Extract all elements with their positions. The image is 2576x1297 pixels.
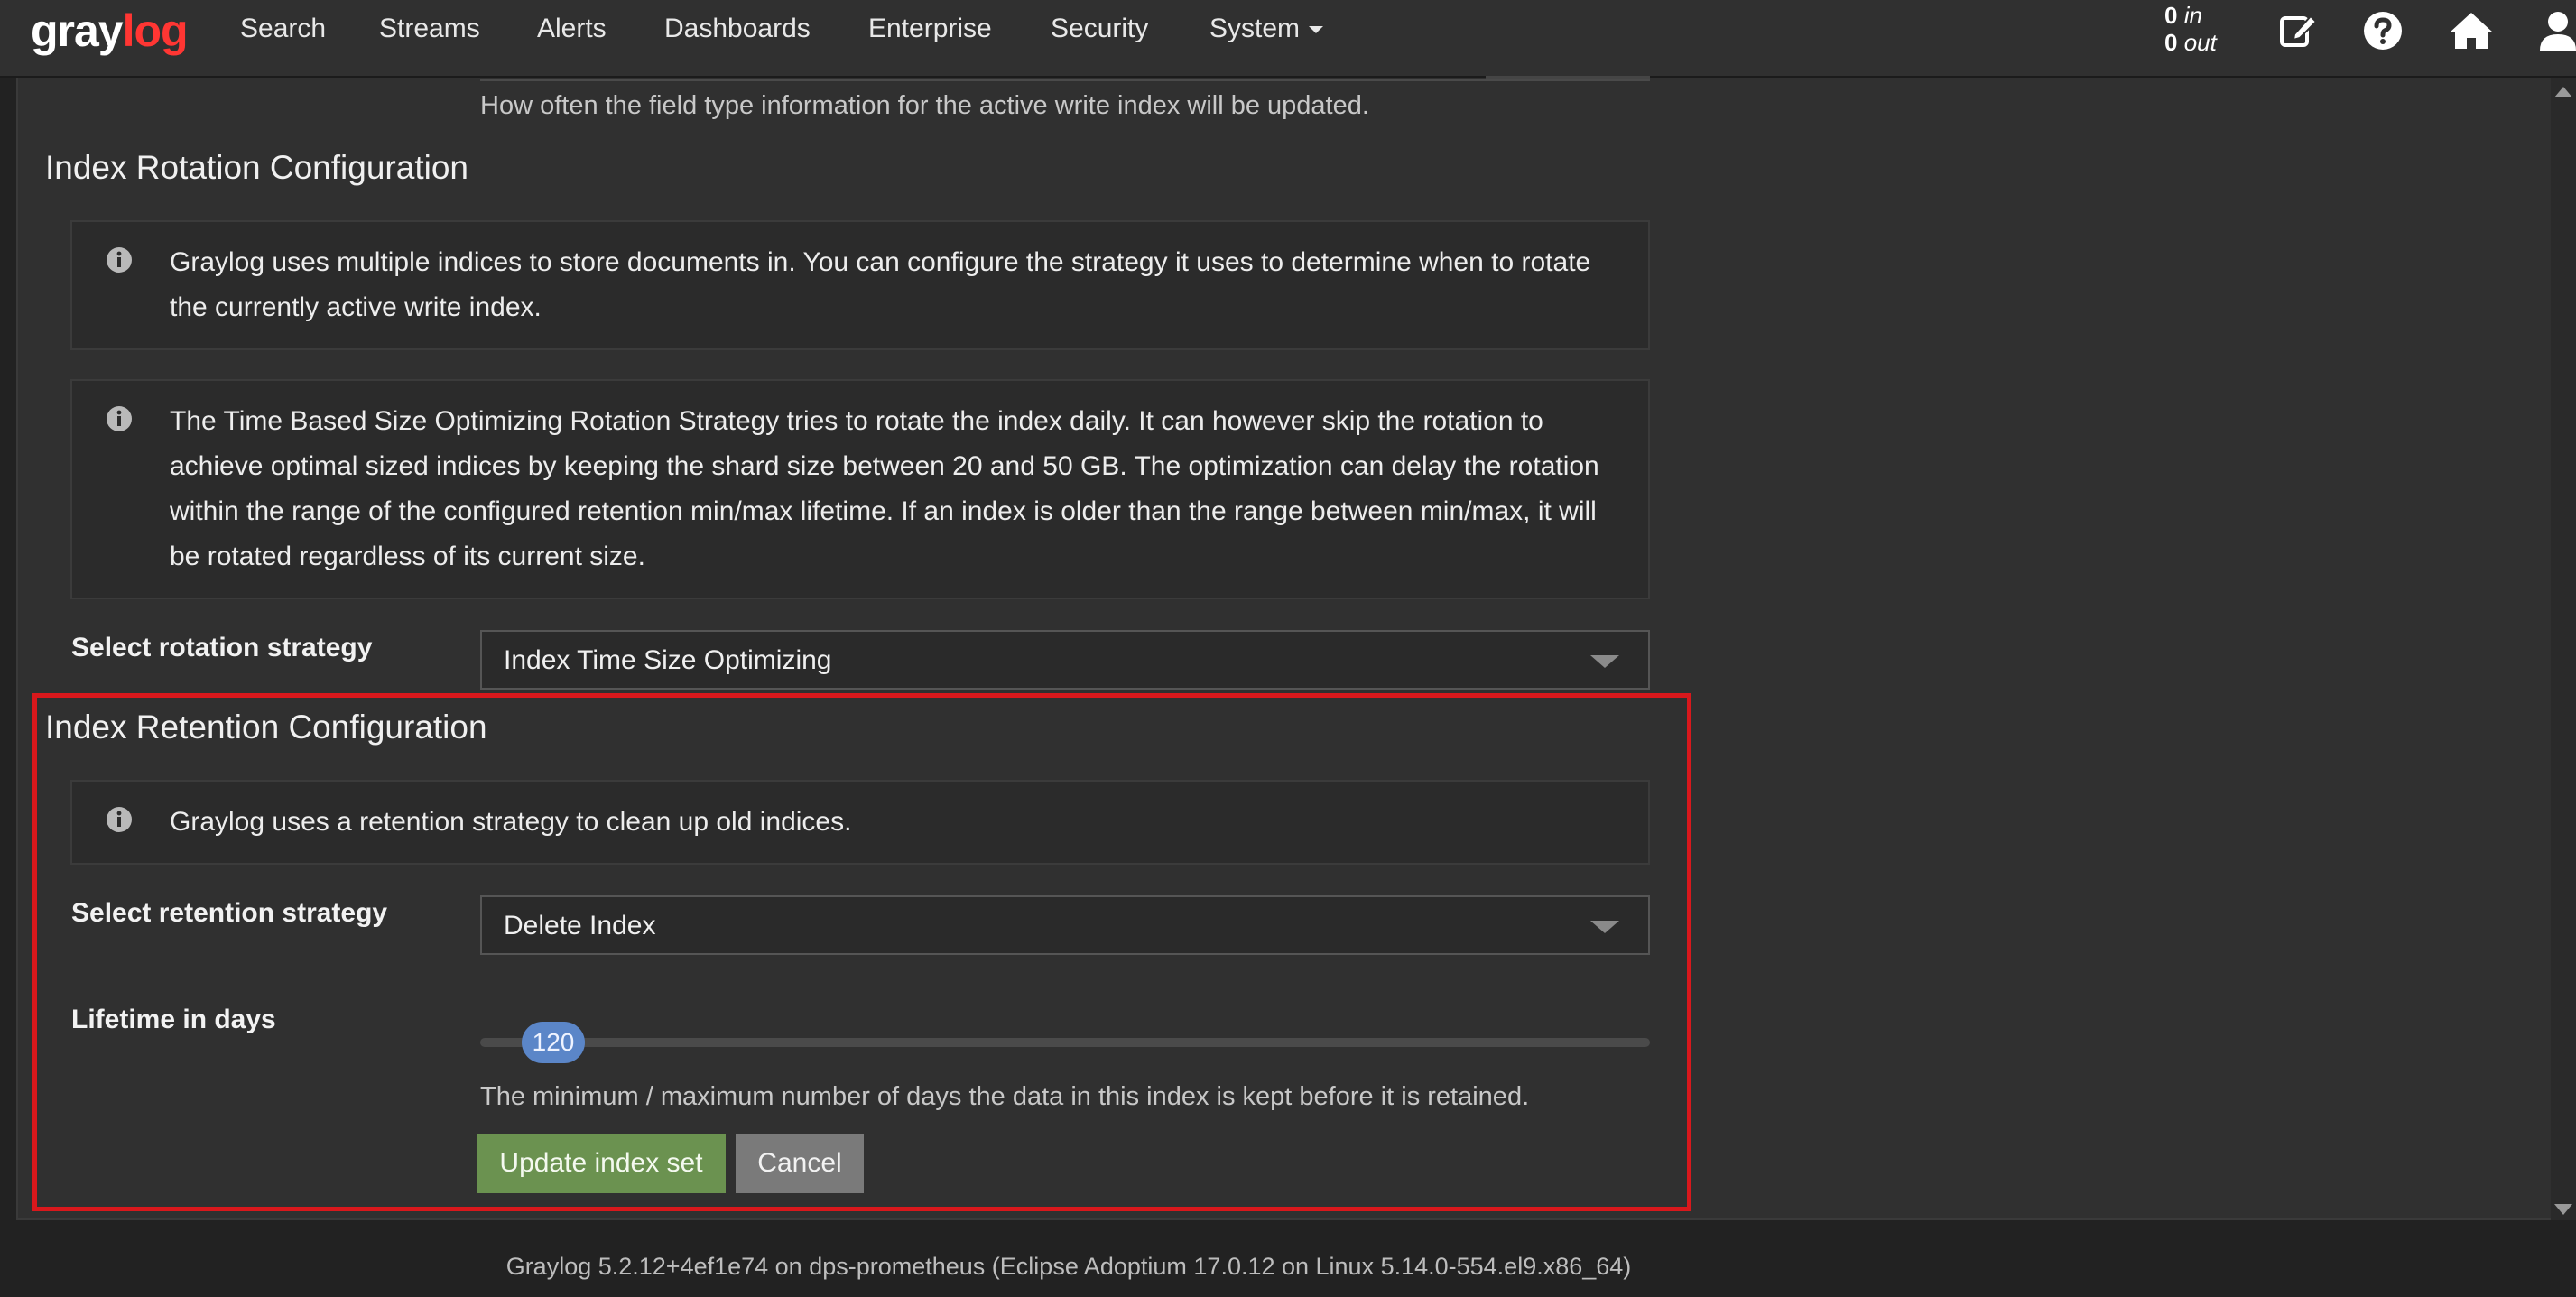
throughput-in: 0 in bbox=[2164, 2, 2217, 29]
rotation-strategy-info-text: The Time Based Size Optimizing Rotation … bbox=[170, 406, 1599, 571]
scroll-up-icon[interactable] bbox=[2554, 87, 2572, 97]
nav-alerts[interactable]: Alerts bbox=[537, 13, 607, 45]
nav-security[interactable]: Security bbox=[1051, 13, 1148, 45]
rotation-strategy-value: Index Time Size Optimizing bbox=[504, 645, 832, 675]
footer-version: Graylog 5.2.12+4ef1e74 on dps-prometheus… bbox=[505, 1253, 1632, 1280]
nav-dashboards[interactable]: Dashboards bbox=[664, 13, 811, 45]
help-icon[interactable] bbox=[2361, 9, 2405, 52]
field-type-refresh-input[interactable] bbox=[480, 76, 1650, 81]
logo-text-log: log bbox=[122, 5, 189, 56]
rotation-section-title: Index Rotation Configuration bbox=[45, 149, 468, 186]
info-icon bbox=[107, 406, 132, 431]
edit-icon[interactable] bbox=[2276, 9, 2320, 52]
throughput-counter[interactable]: 0 in 0 out bbox=[2164, 2, 2217, 56]
page-scrollbar[interactable] bbox=[2551, 78, 2576, 1220]
retention-highlight-box bbox=[32, 693, 1691, 1211]
throughput-out: 0 out bbox=[2164, 29, 2217, 56]
nav-system[interactable]: System bbox=[1209, 13, 1324, 45]
throughput-out-count: 0 bbox=[2164, 29, 2178, 56]
throughput-in-count: 0 bbox=[2164, 2, 2178, 29]
throughput-in-label: in bbox=[2183, 2, 2202, 29]
nav-system-label: System bbox=[1209, 14, 1301, 43]
info-icon bbox=[107, 247, 132, 273]
throughput-out-label: out bbox=[2183, 29, 2217, 56]
rotation-strategy-info-box: The Time Based Size Optimizing Rotation … bbox=[70, 379, 1650, 599]
top-navbar: graylog Search Streams Alerts Dashboards… bbox=[0, 0, 2576, 78]
graylog-logo[interactable]: graylog bbox=[31, 5, 189, 56]
nav-enterprise[interactable]: Enterprise bbox=[868, 13, 992, 45]
user-icon[interactable] bbox=[2536, 9, 2576, 52]
rotation-strategy-select[interactable]: Index Time Size Optimizing bbox=[480, 630, 1650, 690]
rotation-info-text: Graylog uses multiple indices to store d… bbox=[170, 247, 1591, 322]
field-type-refresh-help: How often the field type information for… bbox=[480, 91, 1369, 120]
rotation-strategy-label: Select rotation strategy bbox=[71, 633, 373, 662]
field-type-refresh-unit[interactable] bbox=[1486, 76, 1650, 79]
chevron-down-icon bbox=[1590, 655, 1619, 668]
logo-text-gray: gray bbox=[31, 5, 124, 56]
rotation-info-box: Graylog uses multiple indices to store d… bbox=[70, 220, 1650, 350]
scroll-down-icon[interactable] bbox=[2554, 1204, 2572, 1215]
chevron-down-icon bbox=[1309, 26, 1324, 34]
nav-search[interactable]: Search bbox=[240, 13, 326, 45]
nav-streams[interactable]: Streams bbox=[379, 13, 480, 45]
home-icon[interactable] bbox=[2448, 9, 2495, 52]
